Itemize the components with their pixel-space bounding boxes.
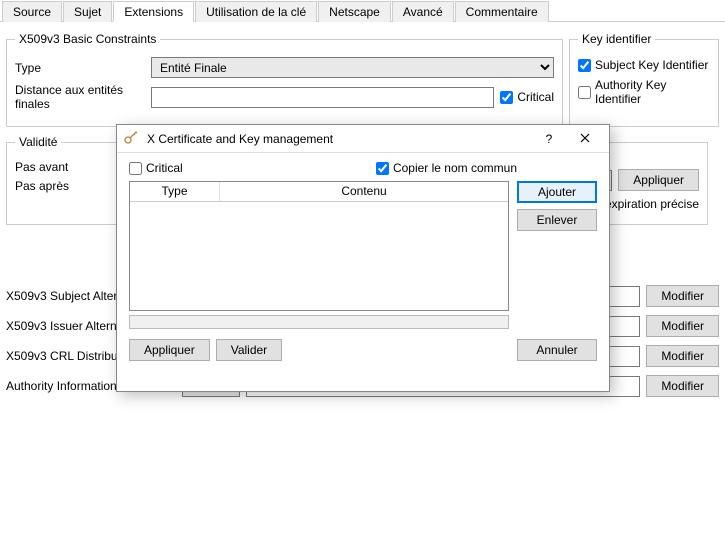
modal-critical-checkbox[interactable]: Critical [129, 161, 269, 175]
close-button[interactable] [567, 128, 603, 150]
key-identifier-legend: Key identifier [578, 32, 655, 46]
tab-bar: Source Sujet Extensions Utilisation de l… [0, 0, 725, 22]
modal-critical-input[interactable] [129, 162, 142, 175]
authority-key-label: Authority Key Identifier [595, 78, 710, 106]
san-modify-button[interactable]: Modifier [646, 285, 719, 307]
tab-extensions[interactable]: Extensions [113, 1, 194, 22]
validity-legend: Validité [15, 135, 61, 149]
tab-sujet[interactable]: Sujet [63, 1, 112, 22]
crl-modify-button[interactable]: Modifier [646, 345, 719, 367]
copycn-input[interactable] [376, 162, 389, 175]
type-label: Type [15, 61, 145, 75]
aia-modify-button[interactable]: Modifier [646, 375, 719, 397]
copycn-checkbox[interactable]: Copier le nom commun [376, 161, 517, 175]
col-type-header[interactable]: Type [130, 182, 220, 201]
validate-button[interactable]: Valider [216, 339, 282, 361]
subject-key-input[interactable] [578, 59, 591, 72]
key-identifier-group: Key identifier Subject Key Identifier Au… [569, 32, 719, 127]
copycn-label: Copier le nom commun [393, 161, 517, 175]
key-icon [123, 129, 139, 148]
add-button[interactable]: Ajouter [517, 181, 597, 203]
tab-advanced[interactable]: Avancé [392, 1, 454, 22]
validity-apply-button[interactable]: Appliquer [618, 169, 699, 191]
distance-label: Distance aux entités finales [15, 83, 145, 111]
ian-modify-button[interactable]: Modifier [646, 315, 719, 337]
subject-key-label: Subject Key Identifier [595, 58, 708, 72]
horizontal-scrollbar[interactable] [129, 315, 509, 329]
dialog-title: X Certificate and Key management [145, 132, 531, 146]
not-before-label: Pas avant [15, 160, 68, 174]
remove-button[interactable]: Enlever [517, 209, 597, 231]
authority-key-checkbox[interactable]: Authority Key Identifier [578, 78, 710, 106]
tab-netscape[interactable]: Netscape [318, 1, 391, 22]
entries-table[interactable]: Type Contenu [129, 181, 509, 311]
close-icon [580, 132, 590, 146]
san-edit-dialog: X Certificate and Key management ? Criti… [116, 124, 610, 392]
critical-checkbox[interactable]: Critical [500, 90, 554, 104]
modal-apply-button[interactable]: Appliquer [129, 339, 210, 361]
distance-input[interactable] [151, 87, 494, 108]
tab-source[interactable]: Source [2, 1, 62, 22]
critical-check-label: Critical [517, 90, 554, 104]
question-icon: ? [546, 132, 553, 146]
basic-constraints-legend: X509v3 Basic Constraints [15, 32, 160, 46]
cancel-button[interactable]: Annuler [517, 339, 597, 361]
not-after-label: Pas après [15, 179, 69, 193]
tab-key-usage[interactable]: Utilisation de la clé [195, 1, 317, 22]
tab-comment[interactable]: Commentaire [455, 1, 549, 22]
subject-key-checkbox[interactable]: Subject Key Identifier [578, 58, 710, 72]
help-button[interactable]: ? [531, 128, 567, 150]
critical-check-input[interactable] [500, 91, 513, 104]
col-content-header[interactable]: Contenu [220, 182, 508, 201]
basic-constraints-group: X509v3 Basic Constraints Type Entité Fin… [6, 32, 563, 127]
modal-critical-label: Critical [146, 161, 183, 175]
type-select[interactable]: Entité Finale [151, 57, 554, 78]
authority-key-input[interactable] [578, 86, 591, 99]
